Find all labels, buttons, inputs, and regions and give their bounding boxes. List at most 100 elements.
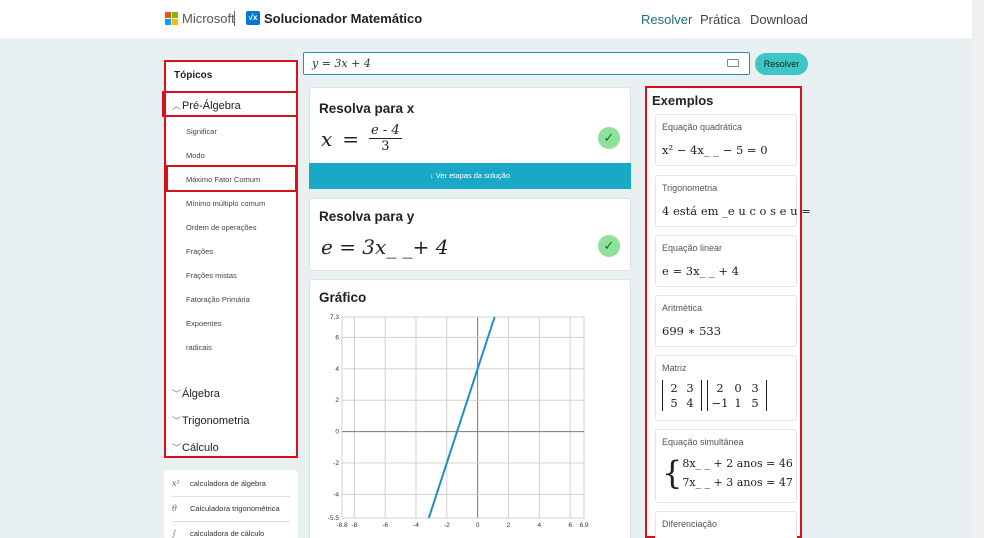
examples-panel: Exemplos Equação quadrática x² − 4x_ _ −… (645, 86, 811, 538)
topic-link-modo[interactable]: Modo (186, 151, 205, 160)
y-tick-label: 4 (335, 366, 339, 373)
view-steps-button[interactable]: ↓ Ver etapas da solução (309, 163, 631, 189)
equation-input-value: y = 3x + 4 (312, 57, 371, 70)
topic-link-significar[interactable]: Significar (186, 127, 217, 136)
topic-link-ordem-operacoes[interactable]: Ordem de operações (186, 223, 256, 232)
y-tick-label: -2 (333, 460, 339, 467)
topic-algebra[interactable]: ﹀Álgebra (172, 387, 220, 400)
example-card-matrix[interactable]: Matriz 23 54 203 −1 1 5 (655, 355, 797, 421)
y-tick-label: 6 (335, 334, 339, 341)
nav-download[interactable]: Download (750, 12, 808, 27)
example-card-differentiation[interactable]: Diferenciação (655, 511, 797, 538)
page-scrollbar[interactable] (972, 0, 984, 538)
nav-resolver[interactable]: Resolver (641, 12, 692, 27)
tool-algebra-calculator[interactable]: x² calculadora de álgebra (172, 479, 266, 488)
example-label: Equação simultânea (662, 437, 744, 447)
y-tick-label: 7.3 (330, 314, 339, 321)
example-label: Matriz (662, 363, 687, 373)
fraction-denominator: 3 (381, 139, 390, 154)
matrix-left: 23 54 (662, 380, 702, 411)
example-card-trigonometry[interactable]: Trigonometria 4 está em _e u c o s e u = (655, 175, 811, 227)
graph-card: Gráfico -8.8 -8 -6 -4 -2 0 2 4 6 6.9 7.3 6 4 2 0 -2 -4 -5… (309, 279, 631, 538)
app-logo-icon: √x (246, 11, 260, 25)
divider (172, 521, 290, 522)
example-label: Equação linear (662, 243, 723, 253)
topic-calculo[interactable]: ﹀Cálculo (172, 441, 219, 454)
topic-link-radicais[interactable]: radicais (186, 343, 212, 352)
example-label: Trigonometria (662, 183, 718, 193)
example-matrix-product: 23 54 203 −1 1 5 (662, 380, 767, 411)
system-line-1: 8x_ _ + 2 anos = 46 (682, 457, 793, 470)
x-tick-label: -8.8 (336, 522, 348, 529)
mfc-highlight (166, 165, 297, 192)
example-label: Aritmética (662, 303, 703, 313)
example-card-linear[interactable]: Equação linear e = 3x_ _ + 4 (655, 235, 797, 287)
solution-y-card: Resolva para y e = 3x_ _+ 4 ✓ (309, 198, 631, 271)
solve-button[interactable]: Resolver (755, 53, 808, 75)
nav-pratica[interactable]: Prática (700, 12, 740, 27)
topic-link-expoentes[interactable]: Expoentes (186, 319, 221, 328)
example-card-quadratic[interactable]: Equação quadrática x² − 4x_ _ − 5 = 0 (655, 114, 797, 166)
example-math: x² − 4x_ _ − 5 = 0 (662, 143, 768, 157)
equation-input[interactable]: y = 3x + 4 (303, 52, 750, 75)
equals-sign: = (342, 126, 360, 151)
y-tick-label: -5.5 (328, 515, 340, 522)
example-label: Equação quadrática (662, 122, 743, 132)
topics-title: Tópicos (174, 70, 213, 81)
x-tick-label: 6.9 (579, 522, 588, 529)
chevron-down-icon: ﹀ (172, 389, 182, 399)
solution-y-title: Resolva para y (319, 209, 415, 224)
system-line-2: 7x_ _ + 3 anos = 47 (682, 476, 793, 489)
x-tick-label: -2 (444, 522, 450, 529)
matrix-right: 203 −1 1 5 (707, 380, 767, 411)
prealgebra-highlight (162, 91, 298, 117)
check-icon: ✓ (598, 127, 620, 149)
top-bar: Microsoft √x Solucionador Matemático Res… (0, 0, 984, 38)
tool-trig-calculator[interactable]: θ Calculadora trigonométrica (172, 504, 280, 513)
divider (172, 496, 290, 497)
left-brace: { (662, 454, 683, 492)
solution-x-title: Resolva para x (319, 101, 415, 116)
integral-icon: ∫ (172, 529, 177, 538)
calculators-card: x² calculadora de álgebra θ Calculadora tr… (164, 470, 298, 538)
tool-calculus-calculator[interactable]: ∫ calculadora de cálculo (172, 529, 264, 538)
x-tick-label: 0 (476, 522, 480, 529)
topic-link-fracoes-mistas[interactable]: Frações mistas (186, 271, 237, 280)
y-tick-label: 0 (335, 429, 339, 436)
x-tick-label: 4 (537, 522, 541, 529)
theta-icon: θ (172, 504, 177, 513)
fraction: e - 4 3 (369, 123, 402, 154)
topic-link-fracoes[interactable]: Frações (186, 247, 213, 256)
example-label: Diferenciação (662, 519, 718, 529)
keyboard-icon[interactable] (727, 59, 739, 67)
topic-link-fatoracao-primaria[interactable]: Fatoração Primária (186, 295, 250, 304)
arrow-down-icon: ↓ (429, 171, 434, 180)
microsoft-logo-icon (165, 12, 178, 25)
chevron-down-icon: ﹀ (172, 443, 182, 453)
example-card-arithmetic[interactable]: Aritmética 699 ∗ 533 (655, 295, 797, 347)
topics-panel: Tópicos ︿Pré-Álgebra ﹀Álgebra ﹀Trigonome… (164, 60, 298, 458)
plot-area (341, 316, 585, 519)
microsoft-link[interactable]: Microsoft (182, 11, 235, 26)
x-tick-label: -8 (351, 522, 357, 529)
example-card-simultaneous[interactable]: Equação simultânea { 8x_ _ + 2 anos = 46… (655, 429, 797, 503)
topic-link-minimo-multiplo[interactable]: Mínimo múltiplo comum (186, 199, 265, 208)
x-tick-label: 6 (568, 522, 572, 529)
graph-plot[interactable]: -8.8 -8 -6 -4 -2 0 2 4 6 6.9 7.3 6 4 2 0 -2 -4 -5.5 (310, 280, 632, 538)
example-math: e = 3x_ _ + 4 (662, 264, 739, 278)
check-icon: ✓ (598, 235, 620, 257)
brand-divider (234, 11, 235, 26)
x-tick-label: -6 (382, 522, 388, 529)
y-tick-label: 2 (335, 397, 339, 404)
y-tick-label: -4 (333, 491, 339, 498)
fraction-numerator: e - 4 (369, 123, 402, 139)
x-squared-icon: x² (172, 479, 180, 488)
example-math: 699 ∗ 533 (662, 324, 722, 338)
x-tick-label: 2 (507, 522, 511, 529)
example-system: { 8x_ _ + 2 anos = 46 7x_ _ + 3 anos = 4… (662, 454, 793, 492)
app-title[interactable]: Solucionador Matemático (264, 11, 422, 26)
topic-trigonometria[interactable]: ﹀Trigonometria (172, 414, 249, 427)
chevron-down-icon: ﹀ (172, 416, 182, 426)
x-tick-label: -4 (413, 522, 419, 529)
example-math: 4 está em _e u c o s e u = (662, 204, 811, 218)
